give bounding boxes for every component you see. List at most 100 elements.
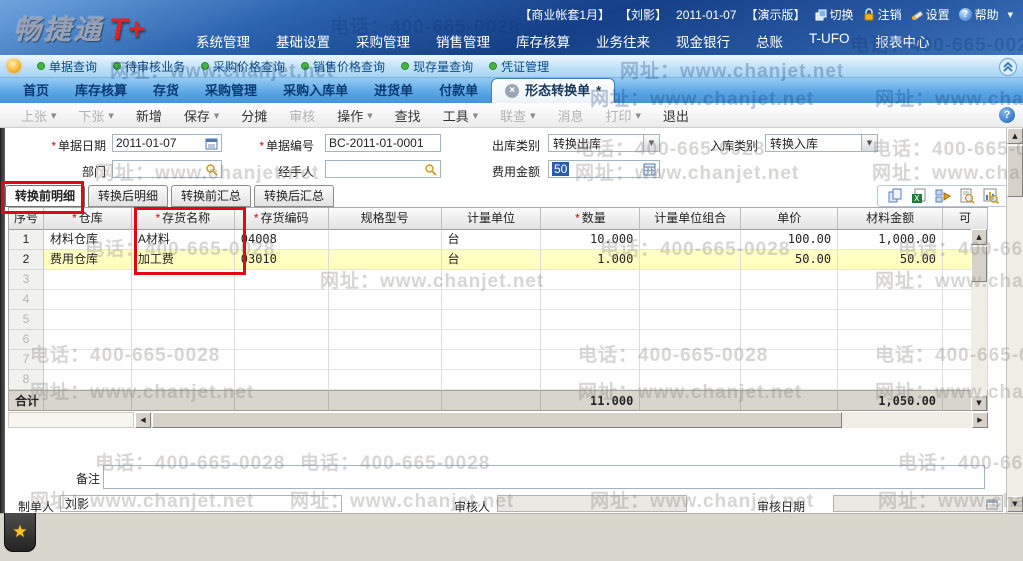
detail-tab-转换后明细[interactable]: 转换后明细 <box>88 185 168 207</box>
related-query-icon[interactable] <box>935 188 951 204</box>
grid-cell[interactable]: 台 <box>442 230 542 250</box>
column-header-存货编码[interactable]: *存货编码 <box>235 208 329 230</box>
grid-cell[interactable] <box>235 310 329 330</box>
grid-cell[interactable]: 7 <box>9 350 44 370</box>
grid-cell[interactable] <box>541 270 640 290</box>
toolbar-help-icon[interactable]: ? <box>999 107 1015 123</box>
grid-cell[interactable] <box>838 330 943 350</box>
grid-cell[interactable] <box>329 350 442 370</box>
grid-cell[interactable] <box>640 250 741 270</box>
tab-采购入库单[interactable]: 采购入库单 <box>270 78 361 103</box>
grid-cell[interactable] <box>44 270 132 290</box>
column-header-存货名称[interactable]: *存货名称 <box>132 208 235 230</box>
calculator-icon[interactable] <box>643 163 656 176</box>
grid-cell[interactable] <box>329 370 442 390</box>
detail-tab-转换后汇总[interactable]: 转换后汇总 <box>254 185 334 207</box>
remark-input[interactable] <box>103 465 985 489</box>
grid-cell[interactable] <box>44 370 132 390</box>
scroll-left-icon[interactable]: ◀ <box>135 412 151 428</box>
grid-cell[interactable] <box>329 290 442 310</box>
grid-cell[interactable] <box>640 270 741 290</box>
grid-cell[interactable] <box>235 330 329 350</box>
grid-cell[interactable] <box>741 330 838 350</box>
grid-cell[interactable] <box>442 270 542 290</box>
settings-button[interactable]: 设置 <box>911 6 950 23</box>
grid-cell[interactable] <box>44 330 132 350</box>
column-header-序号[interactable]: 序号 <box>9 208 44 230</box>
grid-cell[interactable]: 1 <box>9 230 44 250</box>
toolbar-button-查找[interactable]: 查找 <box>384 106 432 125</box>
toolbar-button-分摊[interactable]: 分摊 <box>230 106 278 125</box>
help-button[interactable]: ? 帮助 <box>959 6 999 23</box>
table-row[interactable]: 3 <box>9 270 988 290</box>
scroll-down-icon[interactable]: ▼ <box>1007 496 1023 512</box>
fee-input[interactable]: 50 <box>548 160 660 178</box>
grid-cell[interactable] <box>741 290 838 310</box>
grid-cell[interactable] <box>132 350 235 370</box>
menu-item-采购管理[interactable]: 采购管理 <box>356 31 410 51</box>
grid-cell[interactable]: 6 <box>9 330 44 350</box>
menu-item-报表中心[interactable]: 报表中心 <box>876 31 930 51</box>
grid-cell[interactable] <box>329 270 442 290</box>
toolbar-button-操作[interactable]: 操作▼ <box>326 106 383 125</box>
calendar-icon[interactable] <box>205 137 218 150</box>
menu-item-T-UFO[interactable]: T-UFO <box>809 31 850 51</box>
grid-cell[interactable] <box>741 310 838 330</box>
copy-icon[interactable] <box>887 188 903 204</box>
shortcut-单据查询[interactable]: 单据查询 <box>37 58 97 75</box>
grid-cell[interactable] <box>442 350 542 370</box>
shortcut-凭证管理[interactable]: 凭证管理 <box>489 58 549 75</box>
grid-cell[interactable] <box>640 370 741 390</box>
grid-cell[interactable] <box>329 310 442 330</box>
export-excel-icon[interactable]: X <box>911 188 927 204</box>
grid-cell[interactable] <box>640 230 741 250</box>
grid-cell[interactable] <box>235 270 329 290</box>
favorites-icon[interactable] <box>7 59 21 73</box>
menu-item-系统管理[interactable]: 系统管理 <box>196 31 250 51</box>
table-row[interactable]: 6 <box>9 330 988 350</box>
grid-cell[interactable] <box>838 370 943 390</box>
grid-cell[interactable] <box>741 270 838 290</box>
grid-cell[interactable] <box>838 290 943 310</box>
favorites-tab[interactable]: ★ <box>4 513 36 552</box>
shortcut-现存量查询[interactable]: 现存量查询 <box>401 58 473 75</box>
grid-cell[interactable] <box>44 310 132 330</box>
switch-account-button[interactable]: 切换 <box>815 6 854 23</box>
chart-view-icon[interactable] <box>983 188 999 204</box>
grid-cell[interactable] <box>132 290 235 310</box>
grid-vscroll-thumb[interactable] <box>971 246 987 282</box>
shortcut-采购价格查询[interactable]: 采购价格查询 <box>201 58 285 75</box>
grid-cell[interactable]: 8 <box>9 370 44 390</box>
magnifier-icon[interactable] <box>205 163 218 176</box>
magnifier-icon[interactable] <box>424 163 437 176</box>
table-row[interactable]: 2费用仓库加工费03010台1.00050.0050.00 <box>9 250 988 270</box>
table-row[interactable]: 5 <box>9 310 988 330</box>
logout-button[interactable]: 注销 <box>863 6 902 23</box>
grid-cell[interactable] <box>442 310 542 330</box>
menu-item-总账[interactable]: 总账 <box>756 31 783 51</box>
column-header-规格型号[interactable]: 规格型号 <box>329 208 442 230</box>
menu-item-现金银行[interactable]: 现金银行 <box>676 31 730 51</box>
doc-no-input[interactable]: BC-2011-01-0001 <box>325 134 441 152</box>
shortcut-待审核业务[interactable]: 待审核业务 <box>113 58 185 75</box>
grid-cell[interactable]: 4 <box>9 290 44 310</box>
grid-cell[interactable] <box>132 270 235 290</box>
toolbar-button-新增[interactable]: 新增 <box>125 106 173 125</box>
page-vscrollbar[interactable]: ▲ ▼ <box>1006 128 1023 513</box>
dept-input[interactable] <box>112 160 222 178</box>
grid-cell[interactable]: 50.00 <box>838 250 943 270</box>
toolbar-button-退出[interactable]: 退出 <box>652 106 700 125</box>
grid-cell[interactable]: 3 <box>9 270 44 290</box>
column-header-可[interactable]: 可 <box>943 208 988 230</box>
table-row[interactable]: 7 <box>9 350 988 370</box>
in-type-select[interactable]: 转换入库▼ <box>765 134 878 152</box>
grid-cell[interactable] <box>838 310 943 330</box>
grid-cell[interactable] <box>44 290 132 310</box>
grid-cell[interactable] <box>442 370 542 390</box>
tab-采购管理[interactable]: 采购管理 <box>192 78 270 103</box>
grid-cell[interactable] <box>838 270 943 290</box>
grid-cell[interactable]: 1.000 <box>541 250 640 270</box>
doc-date-input[interactable]: 2011-01-07 <box>112 134 222 152</box>
grid-cell[interactable] <box>541 330 640 350</box>
table-row[interactable]: 8 <box>9 370 988 390</box>
